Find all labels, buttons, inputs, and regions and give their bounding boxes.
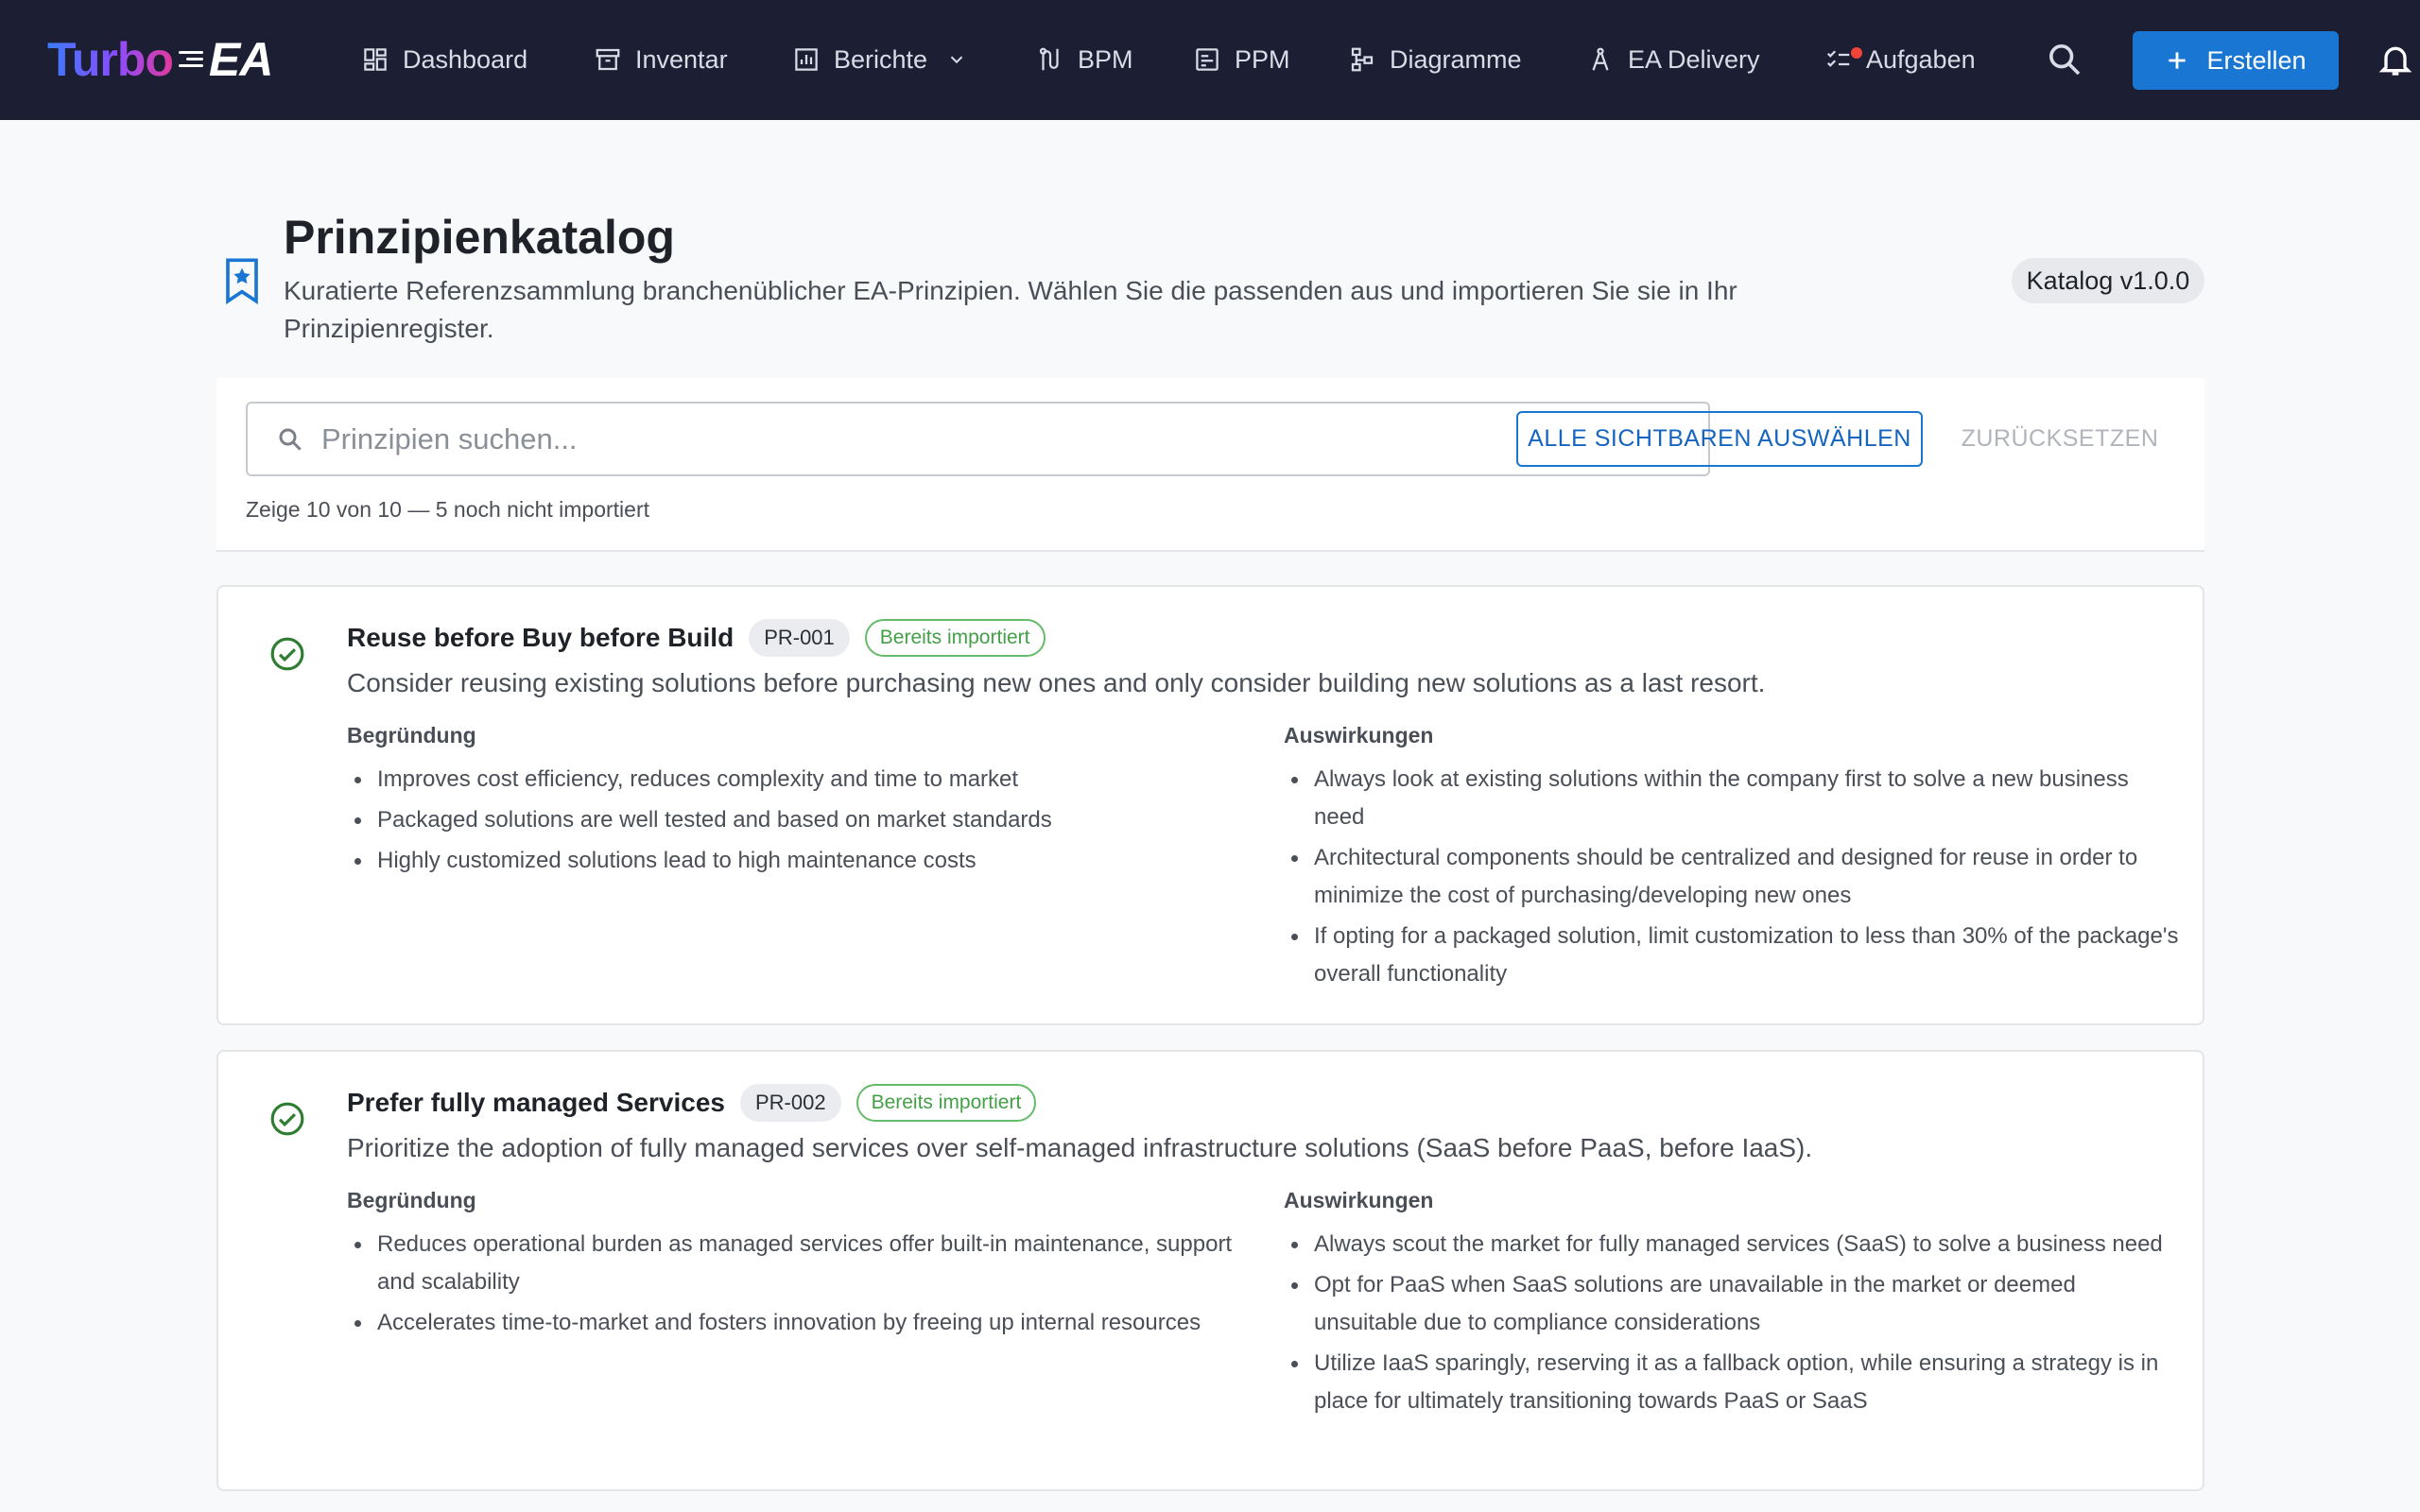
list-item: Improves cost efficiency, reduces comple…: [347, 761, 1254, 799]
nav-tasks[interactable]: Aufgaben: [1824, 34, 1976, 85]
principle-id-badge: PR-001: [749, 619, 850, 657]
implications-heading: Auswirkungen: [1284, 1188, 1434, 1212]
principle-card[interactable]: Reuse before Buy before Build PR-001 Ber…: [216, 585, 2204, 1025]
create-button[interactable]: Erstellen: [2133, 31, 2339, 90]
implications-list: Always scout the market for fully manage…: [1284, 1226, 2182, 1423]
nav-ea-delivery-label: EA Delivery: [1628, 44, 1760, 74]
rationale-heading: Begründung: [347, 723, 476, 747]
implications-list: Always look at existing solutions within…: [1284, 761, 2182, 996]
page-subtitle: Kuratierte Referenzsammlung branchenübli…: [284, 276, 1737, 343]
result-count: Zeige 10 von 10 — 5 noch nicht importier…: [246, 497, 650, 522]
list-item: Reduces operational burden as managed se…: [347, 1226, 1254, 1301]
logo-text-turbo: Turbo: [47, 33, 174, 86]
process-icon: [1039, 47, 1059, 71]
page-title: Prinzipienkatalog: [284, 211, 675, 264]
project-icon: [1196, 48, 1219, 71]
principle-title: Prefer fully managed Services: [347, 1088, 725, 1117]
app-logo[interactable]: Turbo EA: [47, 28, 273, 91]
principle-description: Consider reusing existing solutions befo…: [347, 668, 1766, 697]
nav-bpm[interactable]: BPM: [1036, 34, 1133, 85]
list-item: Utilize IaaS sparingly, reserving it as …: [1284, 1345, 2182, 1420]
nav-inventory-label: Inventar: [635, 44, 728, 74]
top-app-bar: Turbo EA Dashboard Inventar Berichte BPM…: [0, 0, 2420, 120]
nav-dashboard-label: Dashboard: [403, 44, 528, 74]
plus-icon: [2169, 52, 2187, 69]
nav-dashboard[interactable]: Dashboard: [361, 34, 527, 85]
list-item: Always scout the market for fully manage…: [1284, 1226, 2182, 1263]
bell-icon[interactable]: [2377, 40, 2414, 79]
compass-icon: [1592, 47, 1609, 71]
bookmark-star-icon: [226, 258, 258, 304]
nav-reports-label: Berichte: [834, 44, 928, 74]
search-icon[interactable]: [2046, 41, 2083, 78]
nav-ea-delivery[interactable]: EA Delivery: [1586, 34, 1760, 85]
principle-title: Reuse before Buy before Build: [347, 623, 735, 652]
chevron-down-icon: [950, 56, 963, 64]
nav-ppm-label: PPM: [1235, 44, 1290, 74]
nav-inventory[interactable]: Inventar: [594, 34, 728, 85]
dashboard-icon: [364, 48, 387, 71]
list-item: Architectural components should be centr…: [1284, 839, 2182, 915]
notification-dot: [1851, 47, 1862, 59]
imported-status-badge: Bereits importiert: [864, 619, 1046, 657]
list-item: Highly customized solutions lead to high…: [347, 842, 1254, 880]
principle-search-field[interactable]: [246, 402, 1710, 476]
select-all-visible-button[interactable]: ALLE SICHTBAREN AUSWÄHLEN: [1516, 411, 1923, 467]
implications-heading: Auswirkungen: [1284, 723, 1434, 747]
search-icon: [279, 428, 302, 451]
nav-tasks-label: Aufgaben: [1866, 44, 1976, 74]
logo-text-ea: EA: [208, 33, 273, 86]
imported-status-badge: Bereits importiert: [856, 1084, 1037, 1122]
catalog-toolbar: ALLE SICHTBAREN AUSWÄHLEN ZURÜCKSETZEN Z…: [216, 378, 2204, 552]
nav-diagrams[interactable]: Diagramme: [1348, 34, 1522, 85]
rationale-list: Reduces operational burden as managed se…: [347, 1226, 1254, 1345]
nav-diagrams-label: Diagramme: [1390, 44, 1522, 74]
reset-button[interactable]: ZURÜCKSETZEN: [1958, 411, 2162, 467]
list-item: Opt for PaaS when SaaS solutions are una…: [1284, 1266, 2182, 1342]
checklist-icon: [1826, 50, 1850, 67]
diagram-icon: [1351, 47, 1374, 72]
principle-id-badge: PR-002: [739, 1084, 841, 1122]
principle-header: Prefer fully managed Services PR-002 Ber…: [347, 1084, 1037, 1122]
nav-reports[interactable]: Berichte: [792, 34, 967, 85]
bar-chart-icon: [795, 48, 818, 71]
principle-description: Prioritize the adoption of fully managed…: [347, 1133, 1813, 1162]
logo-speed-lines: [178, 45, 207, 74]
nav-ppm[interactable]: PPM: [1193, 34, 1290, 85]
create-button-label: Erstellen: [2206, 45, 2307, 75]
list-item: Accelerates time-to-market and fosters i…: [347, 1304, 1254, 1342]
rationale-list: Improves cost efficiency, reduces comple…: [347, 761, 1254, 883]
rationale-heading: Begründung: [347, 1188, 476, 1212]
nav-bpm-label: BPM: [1078, 44, 1133, 74]
check-circle-icon: [270, 1102, 304, 1136]
list-item: Packaged solutions are well tested and b…: [347, 801, 1254, 839]
list-item: Always look at existing solutions within…: [1284, 761, 2182, 836]
principle-card[interactable]: Prefer fully managed Services PR-002 Ber…: [216, 1050, 2204, 1491]
search-input[interactable]: [321, 421, 1645, 456]
list-item: If opting for a packaged solution, limit…: [1284, 918, 2182, 993]
archive-icon: [596, 48, 620, 71]
principle-header: Reuse before Buy before Build PR-001 Ber…: [347, 619, 1046, 657]
check-circle-icon: [270, 637, 304, 671]
catalog-version-badge: Katalog v1.0.0: [2012, 258, 2204, 303]
